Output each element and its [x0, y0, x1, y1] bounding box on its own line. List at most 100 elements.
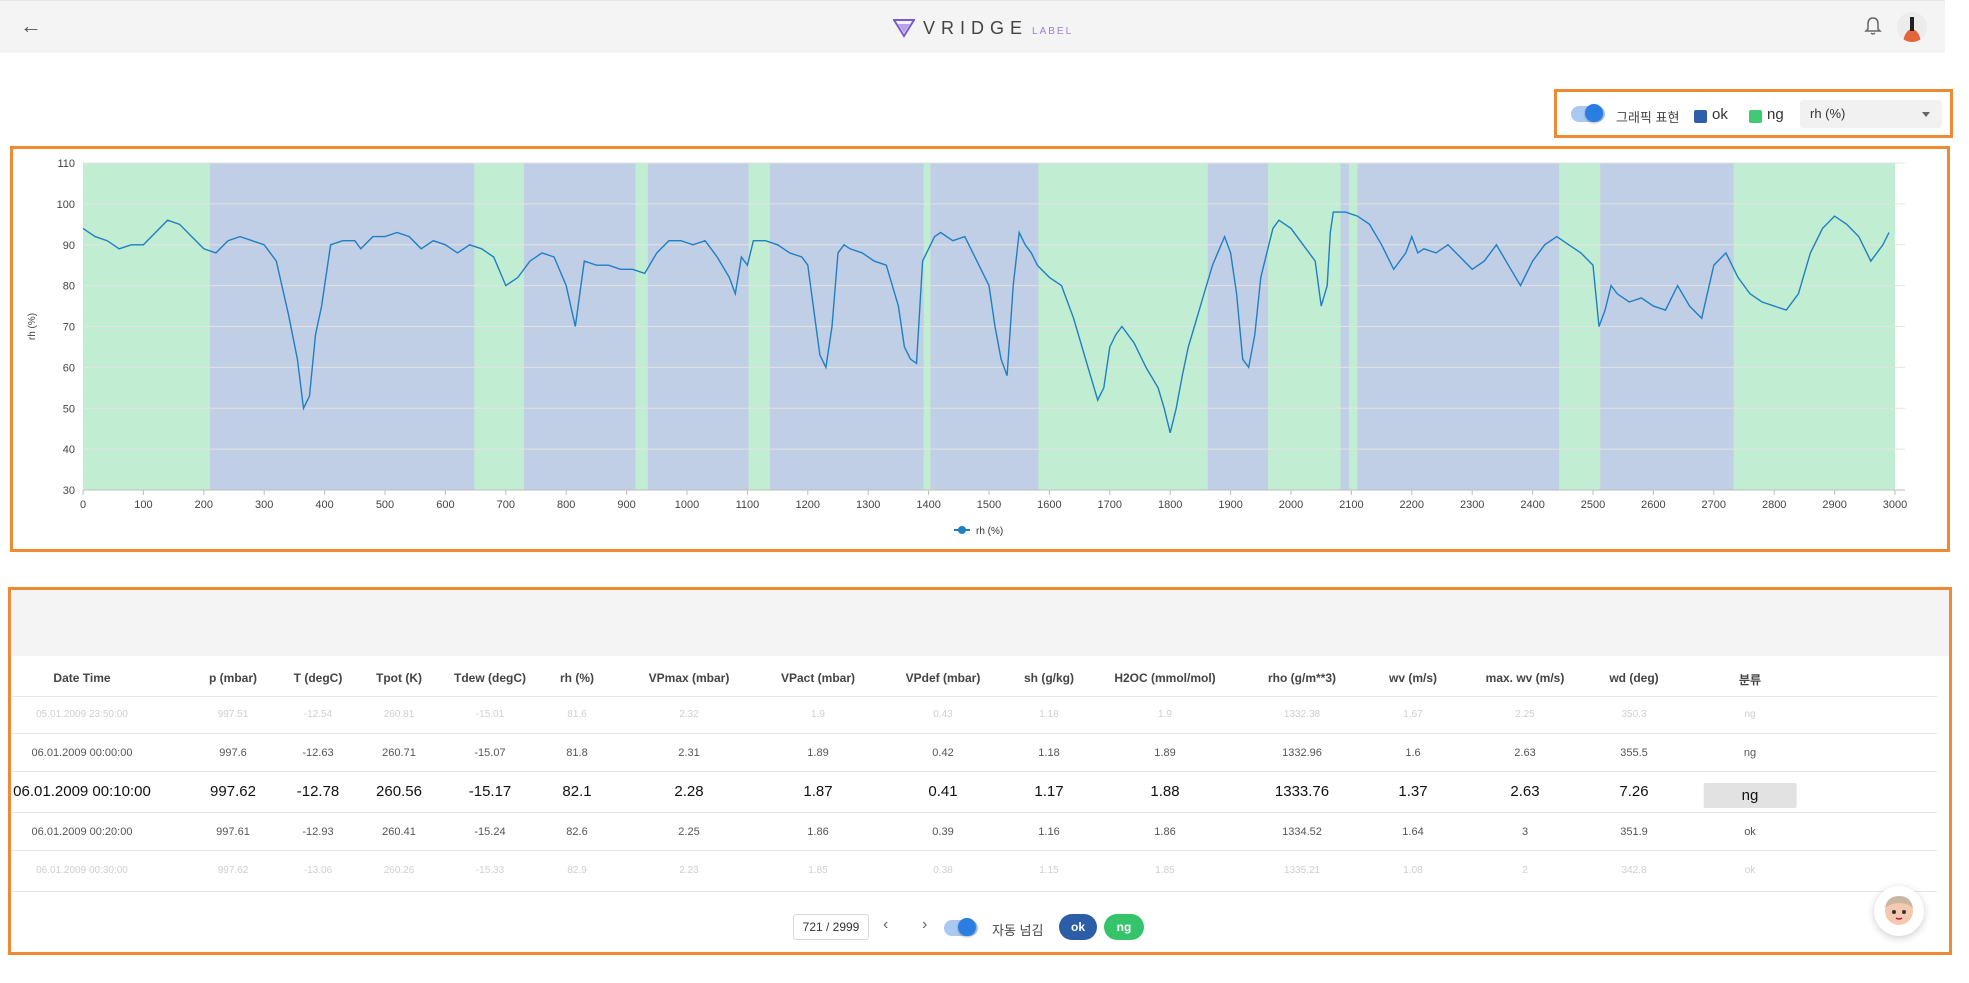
back-arrow-icon[interactable]: ← — [18, 13, 44, 39]
table-cell: 1.18 — [1039, 709, 1059, 720]
x-tick-label: 2900 — [1822, 499, 1846, 511]
ng-button[interactable]: ng — [1104, 914, 1144, 940]
table-cell: 1.86 — [1154, 825, 1176, 838]
chevron-right-icon[interactable]: › — [922, 916, 927, 934]
x-tick-label: 2200 — [1400, 499, 1424, 511]
x-tick-label: 2400 — [1520, 499, 1544, 511]
column-header: rh (%) — [560, 671, 594, 685]
table-cell: 1.16 — [1038, 825, 1060, 838]
row-divider — [12, 891, 1937, 892]
table-cell: 82.1 — [562, 783, 592, 800]
x-tick-label: 1300 — [856, 499, 880, 511]
x-tick-label: 1000 — [675, 499, 699, 511]
table-cell: 06.01.2009 00:30:00 — [36, 865, 128, 876]
table-row[interactable]: 06.01.2009 00:30:00 997.62 -13.06 260.26 -15… — [12, 851, 1937, 891]
table-cell: -12.54 — [303, 709, 333, 720]
table-cell: 997.51 — [217, 709, 249, 720]
x-tick-label: 1500 — [977, 499, 1001, 511]
column-header: rho (g/m**3) — [1267, 671, 1337, 685]
avatar[interactable] — [1897, 12, 1927, 42]
table-cell: 342.8 — [1621, 865, 1647, 876]
y-tick-label: 100 — [57, 199, 75, 211]
table-row-current[interactable]: 06.01.2009 00:10:00 997.62 -12.78 260.56 -15… — [12, 772, 1937, 812]
column-header: Tdew (degC) — [454, 671, 526, 685]
chevron-left-icon[interactable]: ‹ — [883, 916, 888, 934]
auto-next-toggle[interactable] — [944, 918, 978, 936]
table-cell: 2.31 — [678, 746, 700, 759]
vridge-logo: VRIDGE LABEL — [893, 15, 1073, 41]
table-cell: 2.63 — [1514, 746, 1536, 759]
graphic-view-toggle[interactable] — [1571, 104, 1605, 122]
chatbot-icon[interactable] — [1874, 886, 1924, 936]
y-tick-label: 80 — [63, 281, 75, 293]
table-cell: -12.63 — [302, 746, 334, 759]
x-tick-label: 200 — [195, 499, 213, 511]
table-cell: 1.9 — [811, 709, 825, 720]
column-header: 분류 — [1738, 673, 1762, 687]
table-cell: 260.41 — [382, 825, 416, 838]
table-cell: 1.88 — [1150, 783, 1180, 800]
graphic-view-label: 그래픽 표현 — [1616, 110, 1680, 125]
x-tick-label: 1900 — [1218, 499, 1242, 511]
table-cell: 2 — [1522, 865, 1528, 876]
table-cell: 7.26 — [1619, 783, 1649, 800]
table-cell: 1.85 — [808, 865, 828, 876]
table-toolbar-strip — [12, 590, 1949, 656]
table-cell: -12.93 — [302, 825, 334, 838]
table-cell: ng — [1743, 746, 1757, 759]
y-tick-label: 90 — [63, 240, 75, 252]
x-tick-label: 700 — [497, 499, 515, 511]
column-header: p (mbar) — [209, 671, 257, 685]
column-header: H2OC (mmol/mol) — [1114, 671, 1216, 685]
table-cell: 06.01.2009 00:00:00 — [31, 746, 133, 759]
page-indicator[interactable]: 721 / 2999 — [793, 914, 869, 940]
class-badge: ng — [1703, 783, 1797, 808]
table-cell: 2.25 — [1515, 709, 1535, 720]
bell-icon[interactable] — [1862, 15, 1884, 37]
table-cell: 350.3 — [1621, 709, 1647, 720]
table-cell: 1335.21 — [1283, 865, 1321, 876]
column-header: Tpot (K) — [376, 671, 422, 685]
table-cell: 997.62 — [217, 865, 249, 876]
y-tick-label: 60 — [63, 362, 75, 374]
table-row[interactable]: 05.01.2009 23:50:00 997.51 -12.54 260.81 -15… — [12, 697, 1937, 733]
table-cell: 1.87 — [803, 783, 833, 800]
top-bar: ← VRIDGE LABEL — [0, 0, 1945, 53]
ok-button[interactable]: ok — [1059, 914, 1097, 940]
table-cell: 82.6 — [566, 825, 588, 838]
table-cell: 0.38 — [933, 865, 953, 876]
x-tick-label: 900 — [617, 499, 635, 511]
rh-line-chart: 304050607080901001100 100 200 300 400 500 600 7… — [27, 158, 1907, 537]
table-row[interactable]: 06.01.2009 00:00:00 997.6 -12.63 260.71 -15.… — [12, 734, 1937, 771]
table-cell: ng — [1744, 709, 1756, 720]
legend-ng-label: ng — [1767, 106, 1784, 123]
table-cell: 997.61 — [216, 825, 250, 838]
metric-select[interactable]: rh (%) — [1800, 100, 1942, 128]
table-cell: ok — [1744, 865, 1756, 876]
table-cell: 1.08 — [1403, 865, 1423, 876]
table-cell: 1333.76 — [1274, 783, 1330, 800]
legend-ok-swatch — [1694, 110, 1707, 123]
y-tick-label: 70 — [63, 322, 75, 334]
table-cell: 81.6 — [567, 709, 587, 720]
y-tick-label: 110 — [57, 158, 75, 170]
column-header: VPmax (mbar) — [648, 671, 730, 685]
table-cell: 1.86 — [807, 825, 829, 838]
x-tick-label: 3000 — [1883, 499, 1907, 511]
x-tick-label: 1600 — [1037, 499, 1061, 511]
legend-ng-swatch — [1749, 110, 1762, 123]
legend-ok-label: ok — [1712, 106, 1728, 123]
table-row[interactable]: 06.01.2009 00:20:00 997.61 -12.93 260.41 -15… — [12, 813, 1937, 850]
table-cell: 0.43 — [933, 709, 953, 720]
x-tick-label: 300 — [255, 499, 273, 511]
table-cell: 06.01.2009 00:10:00 — [13, 783, 151, 800]
table-cell: 1.89 — [807, 746, 829, 759]
legend-series-label: rh (%) — [976, 526, 1003, 537]
table-cell: 2.32 — [679, 709, 699, 720]
column-header: Date Time — [53, 671, 111, 685]
table-cell: 1.18 — [1038, 746, 1060, 759]
x-tick-label: 2800 — [1762, 499, 1786, 511]
y-tick-label: 50 — [63, 403, 75, 415]
x-tick-label: 1800 — [1158, 499, 1182, 511]
table-cell: 0.41 — [928, 783, 958, 800]
